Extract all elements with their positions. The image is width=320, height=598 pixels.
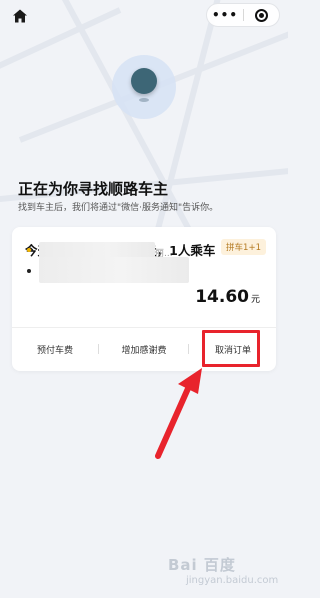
add-tip-button[interactable]: 增加感谢费: [100, 328, 188, 370]
annotation-arrow-icon: [155, 368, 202, 459]
close-button[interactable]: [244, 4, 279, 26]
start-address-blurred: [39, 242, 155, 258]
home-button[interactable]: [10, 6, 30, 26]
prepay-fare-button[interactable]: 预付车费: [12, 328, 98, 370]
start-point-icon: [27, 248, 31, 252]
map-background: [0, 0, 288, 260]
home-icon: [13, 9, 27, 23]
page-subtitle: 找到车主后，我们将通过"微信·服务通知"告诉你。: [18, 203, 219, 213]
end-point-icon: [27, 269, 31, 273]
action-divider: [188, 344, 189, 354]
price-value: 14.60: [195, 287, 249, 307]
trip-price: 14.60 元: [195, 287, 260, 307]
more-button[interactable]: •••: [207, 4, 243, 26]
page-title: 正在为你寻找顺路车主: [18, 180, 169, 198]
location-pin-icon: [131, 68, 157, 94]
carpool-badge: 拼车1+1: [221, 239, 266, 255]
target-close-icon: [254, 8, 268, 22]
baidu-watermark: Bai 百度 jingyan.baidu.com: [168, 542, 286, 598]
pin-shadow: [139, 98, 149, 102]
action-divider: [98, 344, 99, 354]
price-unit: 元: [250, 295, 260, 305]
annotation-highlight-box: [202, 330, 260, 367]
more-dots-icon: •••: [211, 8, 238, 22]
end-address-blurred: [39, 257, 189, 283]
watermark-logo-text: Bai 百度: [168, 556, 236, 574]
mini-program-capsule: •••: [206, 3, 280, 27]
watermark-url: jingyan.baidu.com: [186, 575, 279, 586]
